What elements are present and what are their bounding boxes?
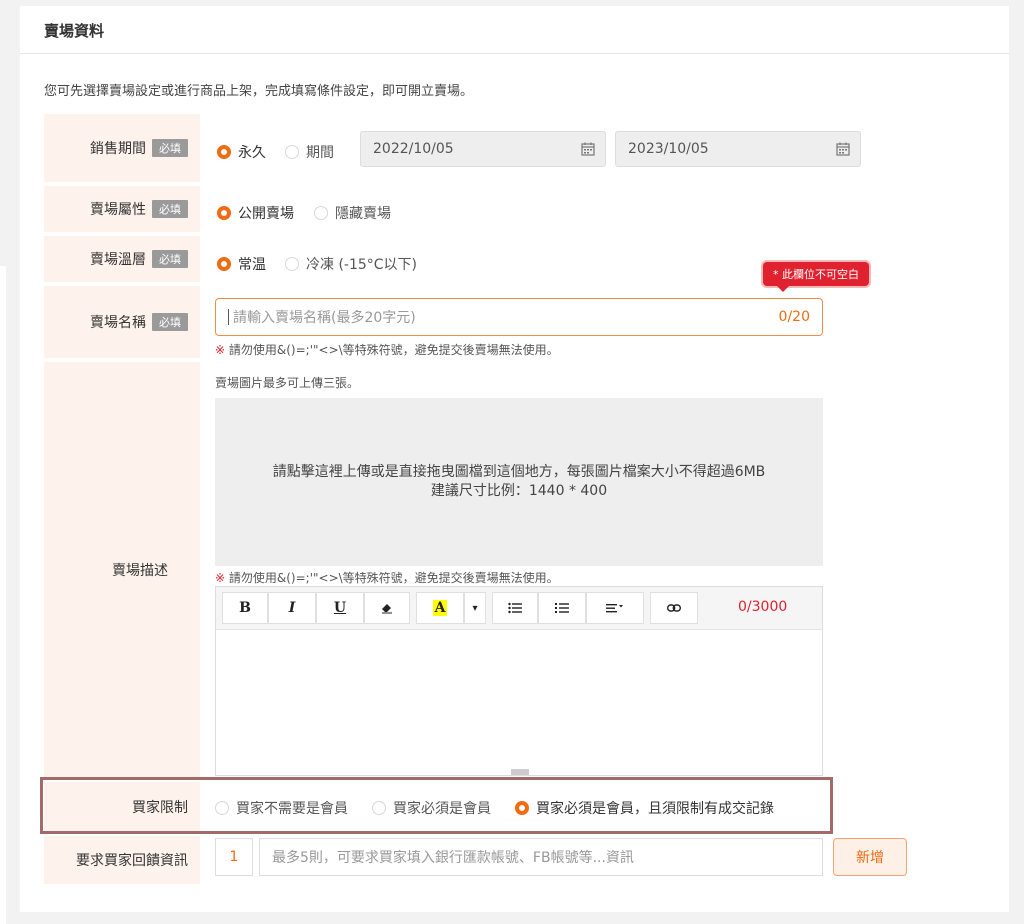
eraser-icon [382, 604, 392, 614]
feedback-label-text: 要求買家回饋資訊 [76, 853, 188, 869]
start-date-value: 2022/10/05 [373, 141, 454, 157]
section-title: 賣場資料 [44, 22, 105, 40]
description-label: 賣場描述 [44, 362, 200, 778]
radio-label: 期間 [306, 145, 334, 161]
chevron-down-icon: ▾ [472, 602, 478, 614]
font-color-dropdown[interactable]: ▾ [464, 592, 486, 624]
calendar-icon[interactable] [581, 142, 595, 156]
warning-text: 請勿使用&()=;'"<>\等特殊符號，避免提交後賣場無法使用。 [228, 343, 559, 357]
feedback-placeholder: 最多5則，可要求買家填入銀行匯款帳號、FB帳號等...資訊 [272, 850, 634, 866]
feedback-count: 1 [215, 838, 253, 876]
attribute-public-radio[interactable]: 公開賣場 [217, 203, 294, 223]
start-date-input[interactable]: 2022/10/05 [360, 131, 606, 167]
font-color-icon: A [432, 600, 448, 616]
font-color-button[interactable]: A [416, 592, 464, 624]
radio-dot [217, 206, 231, 220]
intro-text: 您可先選擇賣場設定或進行商品上架，完成填寫條件設定，即可開立賣場。 [44, 84, 474, 99]
page-gutter [0, 266, 6, 924]
end-date-value: 2023/10/05 [628, 141, 709, 157]
underline-button[interactable]: U [316, 592, 364, 624]
radio-dot [285, 145, 299, 159]
image-note: 賣場圖片最多可上傳三張。 [215, 376, 360, 390]
highlight-box [40, 777, 833, 834]
radio-label: 永久 [238, 145, 266, 161]
calendar-icon[interactable] [836, 142, 850, 156]
upload-size-hint: 建議尺寸比例：1440 * 400 [430, 483, 608, 499]
store-name-counter: 0/20 [778, 309, 810, 325]
numbered-list-icon [555, 603, 569, 613]
warning-mark: ※ [215, 343, 226, 357]
upload-instruction: 請點擊這裡上傳或是直接拖曳圖檔到這個地方，每張圖片檔案大小不得超過6MB [272, 464, 766, 480]
radio-dot [314, 206, 328, 220]
description-warning: ※ 請勿使用&()=;'"<>\等特殊符號，避免提交後賣場無法使用。 [215, 569, 559, 586]
bullet-list-button[interactable] [492, 592, 538, 624]
radio-label: 冷凍 (-15°C以下) [306, 257, 418, 273]
store-name-warning: ※ 請勿使用&()=;'"<>\等特殊符號，避免提交後賣場無法使用。 [215, 341, 559, 358]
attribute-label-text: 賣場屬性 [90, 202, 146, 218]
description-counter: 0/3000 [738, 599, 788, 615]
align-button[interactable] [586, 592, 644, 624]
required-badge: 必填 [152, 200, 188, 218]
feedback-input[interactable]: 最多5則，可要求買家填入銀行匯款帳號、FB帳號等...資訊 [259, 838, 823, 876]
resize-handle[interactable] [511, 769, 529, 775]
attribute-label: 賣場屬性 必填 [44, 186, 200, 232]
bold-button[interactable]: B [222, 592, 268, 624]
clear-format-button[interactable] [364, 592, 410, 624]
store-name-placeholder: 請輸入賣場名稱(最多20字元) [233, 310, 416, 326]
editor-toolbar: B I U A ▾ 0/3000 [216, 587, 822, 630]
feedback-label: 要求買家回饋資訊 [44, 836, 200, 884]
radio-dot [217, 145, 231, 159]
radio-label: 公開賣場 [238, 206, 294, 222]
sale-period-permanent-radio[interactable]: 永久 [217, 142, 266, 162]
image-upload-dropzone[interactable]: 請點擊這裡上傳或是直接拖曳圖檔到這個地方，每張圖片檔案大小不得超過6MB 建議尺… [215, 398, 823, 566]
store-name-label-text: 賣場名稱 [90, 315, 146, 331]
radio-label: 常温 [238, 257, 266, 273]
title-divider [20, 53, 1009, 54]
error-tooltip: * 此欄位不可空白 [763, 262, 869, 292]
link-button[interactable] [650, 592, 698, 624]
description-label-text: 賣場描述 [112, 563, 168, 579]
store-name-input[interactable]: 請輸入賣場名稱(最多20字元) 0/20 [215, 298, 823, 336]
align-icon [606, 604, 623, 613]
temperature-normal-radio[interactable]: 常温 [217, 254, 266, 274]
sale-period-label: 銷售期間 必填 [44, 114, 200, 182]
link-icon [667, 604, 681, 612]
warning-text: 請勿使用&()=;'"<>\等特殊符號，避免提交後賣場無法使用。 [228, 571, 559, 585]
warning-mark: ※ [215, 571, 226, 585]
numbered-list-button[interactable] [538, 592, 586, 624]
add-feedback-button[interactable]: 新增 [833, 838, 907, 876]
rich-text-editor[interactable]: B I U A ▾ 0/3000 [215, 586, 823, 776]
sale-period-range-radio[interactable]: 期間 [285, 142, 334, 162]
required-badge: 必填 [152, 313, 188, 331]
temperature-label: 賣場溫層 必填 [44, 236, 200, 282]
required-badge: 必填 [152, 139, 188, 157]
radio-dot [217, 257, 231, 271]
attribute-hidden-radio[interactable]: 隱藏賣場 [314, 203, 391, 223]
temperature-label-text: 賣場溫層 [90, 252, 146, 268]
sale-period-label-text: 銷售期間 [90, 141, 146, 157]
italic-button[interactable]: I [268, 592, 316, 624]
radio-dot [285, 257, 299, 271]
temperature-frozen-radio[interactable]: 冷凍 (-15°C以下) [285, 254, 417, 274]
end-date-input[interactable]: 2023/10/05 [615, 131, 861, 167]
text-caret [228, 309, 229, 325]
bullet-list-icon [508, 602, 522, 614]
store-name-label: 賣場名稱 必填 [44, 286, 200, 358]
radio-label: 隱藏賣場 [335, 206, 391, 222]
required-badge: 必填 [152, 250, 188, 268]
